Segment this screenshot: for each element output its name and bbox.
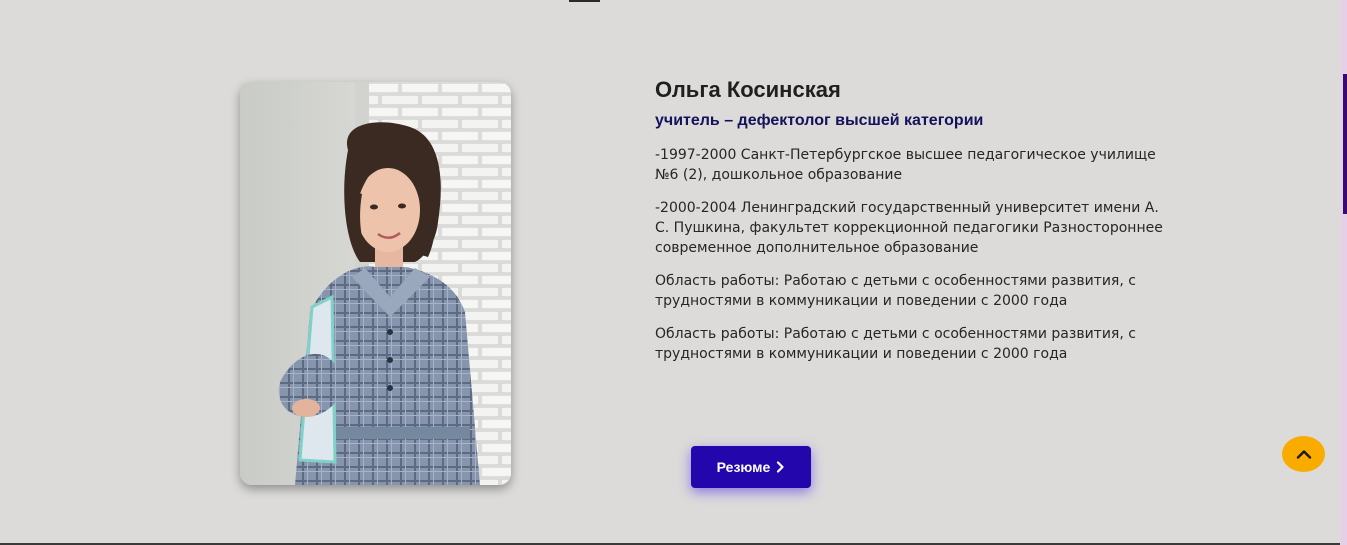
page: Ольга Косинская учитель – дефектолог выс… xyxy=(0,0,1347,545)
teacher-name: Ольга Косинская xyxy=(655,77,841,102)
education-paragraph-2: -2000-2004 Ленинградский государственный… xyxy=(655,200,1163,256)
top-divider-mark xyxy=(569,0,600,2)
scrollbar-thumb[interactable] xyxy=(1343,74,1347,214)
teacher-role: учитель – дефектолог высшей категории xyxy=(655,112,984,129)
work-area-paragraph-2: Область работы: Работаю с детьми с особе… xyxy=(655,326,1136,362)
chevron-right-icon xyxy=(777,461,784,473)
profile-photo xyxy=(240,82,511,485)
resume-button-label: Резюме xyxy=(716,459,771,475)
chevron-up-icon xyxy=(1296,450,1311,459)
scroll-to-top-button[interactable] xyxy=(1282,436,1325,472)
teacher-portrait-image xyxy=(240,82,511,485)
scrollbar[interactable] xyxy=(1341,0,1347,545)
profile-info: Ольга Косинская учитель – дефектолог выс… xyxy=(655,76,1165,377)
resume-button[interactable]: Резюме xyxy=(691,446,811,488)
education-paragraph-1: -1997-2000 Санкт-Петербургское высшее пе… xyxy=(655,147,1156,183)
work-area-paragraph-1: Область работы: Работаю с детьми с особе… xyxy=(655,273,1136,309)
